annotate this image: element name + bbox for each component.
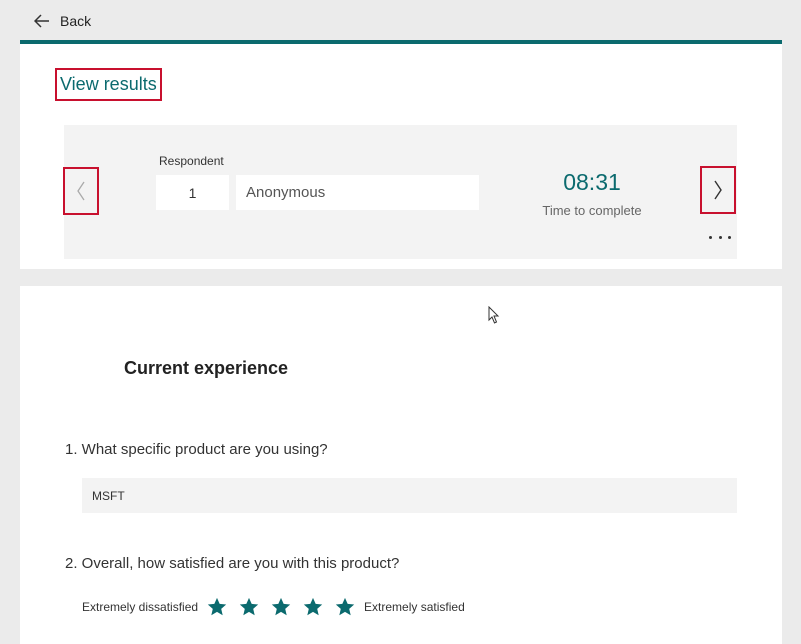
star-icon[interactable] <box>334 596 356 618</box>
rating-stars <box>206 596 356 618</box>
respondent-number-field[interactable]: 1 <box>156 175 229 210</box>
chevron-right-icon <box>714 180 722 200</box>
previous-respondent-button[interactable] <box>63 167 99 215</box>
section-title: Current experience <box>124 358 289 378</box>
chevron-left-icon <box>77 181 85 201</box>
respondent-label: Respondent <box>159 154 224 168</box>
rating-scale: Extremely dissatisfied Extremely satisfi… <box>82 596 465 618</box>
mouse-cursor-icon <box>488 306 500 324</box>
question-1-answer: MSFT <box>82 478 737 513</box>
response-card: Current experience 1. What specific prod… <box>20 286 782 644</box>
question-2-text: 2. Overall, how satisfied are you with t… <box>65 555 400 572</box>
back-label: Back <box>60 13 92 29</box>
respondent-name-field[interactable]: Anonymous <box>236 175 479 210</box>
respondent-panel: Respondent 1 Anonymous 08:31 Time to com… <box>63 125 737 259</box>
star-icon[interactable] <box>270 596 292 618</box>
star-icon[interactable] <box>206 596 228 618</box>
arrow-left-icon <box>34 14 49 28</box>
rating-max-label: Extremely satisfied <box>364 600 465 614</box>
completion-time-label: Time to complete <box>542 203 642 218</box>
back-button[interactable]: Back <box>34 10 91 32</box>
respondent-card: View results Respondent 1 Anonymous 08:3… <box>20 40 782 269</box>
star-icon[interactable] <box>302 596 324 618</box>
star-icon[interactable] <box>238 596 260 618</box>
more-icon[interactable] <box>709 229 731 245</box>
rating-min-label: Extremely dissatisfied <box>82 600 199 614</box>
completion-time: 08:31 <box>563 169 621 195</box>
next-respondent-button[interactable] <box>700 166 736 214</box>
question-1-text: 1. What specific product are you using? <box>65 441 328 458</box>
top-bar: Back <box>0 0 801 40</box>
view-results-link[interactable]: View results <box>55 68 162 101</box>
